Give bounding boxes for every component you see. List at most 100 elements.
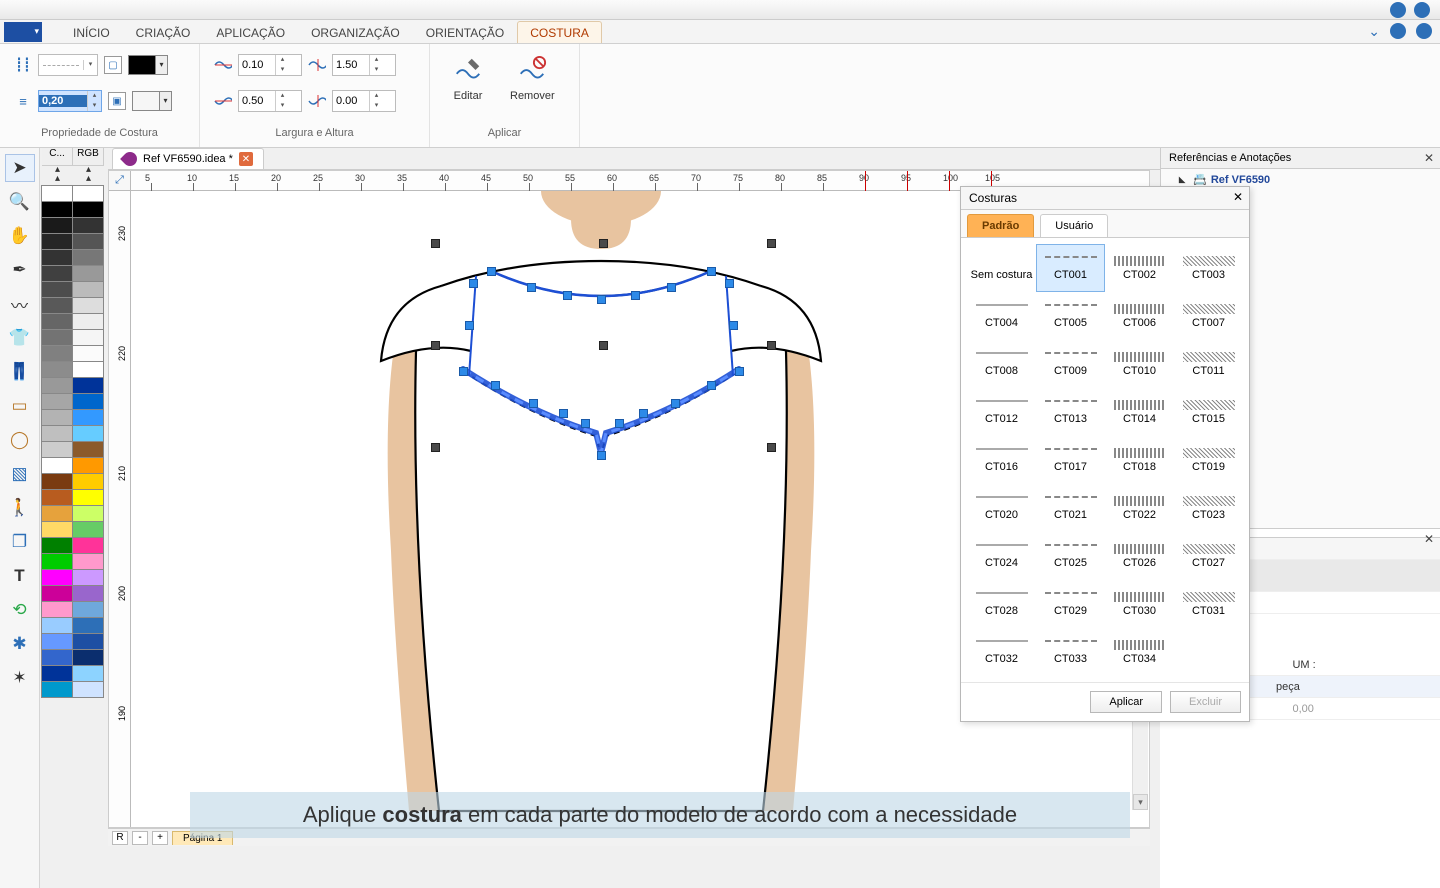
color-swatch[interactable] [72,361,104,378]
color-swatch[interactable] [41,473,73,490]
bbox-handle[interactable] [431,341,440,350]
node-handle[interactable] [597,295,606,304]
spin-down[interactable]: ▾ [88,101,101,111]
costura-ct014[interactable]: CT014 [1105,388,1174,436]
spin-up[interactable]: ▴ [88,91,101,101]
bbox-handle[interactable] [767,239,776,248]
color-swatch[interactable] [41,441,73,458]
color-swatch[interactable] [41,233,73,250]
bbox-handle[interactable] [431,443,440,452]
bbox-handle[interactable] [599,341,608,350]
help-icon[interactable] [1390,23,1406,39]
costura-ct030[interactable]: CT030 [1105,580,1174,628]
info-icon[interactable] [1414,2,1430,18]
costura-ct011[interactable]: CT011 [1174,340,1243,388]
chevron-up-icon[interactable]: ▴ [55,175,60,183]
node-handle[interactable] [469,279,478,288]
color-swatch[interactable] [72,233,104,250]
color-swatch[interactable] [72,553,104,570]
color-swatch[interactable] [72,665,104,682]
color-swatch[interactable] [72,409,104,426]
color-swatch[interactable] [41,425,73,442]
costura-ct007[interactable]: CT007 [1174,292,1243,340]
costura-ct032[interactable]: CT032 [967,628,1036,676]
node-handle[interactable] [527,283,536,292]
width-b-input[interactable]: ▴▾ [238,90,302,112]
color-swatch[interactable] [41,585,73,602]
color-swatch[interactable] [41,345,73,362]
costura-ct015[interactable]: CT015 [1174,388,1243,436]
node-handle[interactable] [559,409,568,418]
costura-ct024[interactable]: CT024 [967,532,1036,580]
color-swatch[interactable] [41,633,73,650]
stitch-color-picker[interactable]: ▾ [128,55,168,75]
text-tool[interactable]: T [5,562,35,590]
costura-ct010[interactable]: CT010 [1105,340,1174,388]
color-swatch[interactable] [72,281,104,298]
bbox-handle[interactable] [767,443,776,452]
color-swatch[interactable] [72,345,104,362]
ruler-origin-button[interactable]: ⤢ [109,171,131,191]
node-handle[interactable] [563,291,572,300]
color-swatch[interactable] [41,185,73,202]
color-swatch[interactable] [41,361,73,378]
color-swatch[interactable] [72,425,104,442]
about-icon[interactable] [1416,23,1432,39]
color-swatch[interactable] [41,617,73,634]
color-swatch[interactable] [41,601,73,618]
scroll-down-button[interactable]: ▾ [1133,794,1148,810]
color-swatch[interactable] [41,457,73,474]
node-tool[interactable]: ✶ [5,664,35,692]
page-plus-button[interactable]: + [152,831,168,845]
node-handle[interactable] [529,399,538,408]
chevron-up-icon[interactable]: ▴ [86,175,91,183]
thickness-input[interactable]: ▴▾ [38,90,102,112]
color-swatch[interactable] [41,265,73,282]
pointer-tool[interactable]: ➤ [5,154,35,182]
color-swatch[interactable] [72,569,104,586]
color-swatch[interactable] [72,377,104,394]
rect-tool[interactable]: ▭ [5,392,35,420]
color-swatch[interactable] [72,441,104,458]
color-swatch[interactable] [41,393,73,410]
color-swatch[interactable] [41,297,73,314]
menu-tab-costura[interactable]: COSTURA [517,21,602,43]
pen-tool[interactable]: ✒ [5,256,35,284]
costura-ct022[interactable]: CT022 [1105,484,1174,532]
node-handle[interactable] [487,267,496,276]
height-a-input[interactable]: ▴▾ [332,54,396,76]
costura-ct009[interactable]: CT009 [1036,340,1105,388]
costura-ct002[interactable]: CT002 [1105,244,1174,292]
node-handle[interactable] [459,367,468,376]
color-swatch[interactable] [41,521,73,538]
color-swatch[interactable] [41,681,73,698]
color-swatch[interactable] [72,297,104,314]
costura-ct028[interactable]: CT028 [967,580,1036,628]
height-b-input[interactable]: ▴▾ [332,90,396,112]
color-swatch[interactable] [41,665,73,682]
costura-ct021[interactable]: CT021 [1036,484,1105,532]
color-swatch[interactable] [72,249,104,266]
toggle-fill-button[interactable]: ▢ [104,56,122,74]
color-swatch[interactable] [72,505,104,522]
tab-usuario[interactable]: Usuário [1040,214,1108,237]
costura-ct005[interactable]: CT005 [1036,292,1105,340]
stitch-style-combo[interactable]: ▾ [38,54,98,76]
color-swatch[interactable] [72,489,104,506]
color-swatch[interactable] [72,313,104,330]
color-swatch[interactable] [41,281,73,298]
costura-ct016[interactable]: CT016 [967,436,1036,484]
close-icon[interactable]: ✕ [1424,151,1434,165]
color-swatch[interactable] [72,585,104,602]
edit-stitch-button[interactable]: Editar [444,50,492,106]
garment-tool[interactable]: ▧ [5,460,35,488]
page-r-button[interactable]: R [112,831,128,845]
close-icon[interactable]: ✕ [1233,190,1243,204]
costura-none[interactable]: Sem costura [967,244,1036,292]
costura-ct003[interactable]: CT003 [1174,244,1243,292]
costura-ct013[interactable]: CT013 [1036,388,1105,436]
collapse-ribbon-icon[interactable]: ⌄ [1368,23,1380,40]
bbox-handle[interactable] [431,239,440,248]
node-handle[interactable] [707,267,716,276]
costura-ct020[interactable]: CT020 [967,484,1036,532]
